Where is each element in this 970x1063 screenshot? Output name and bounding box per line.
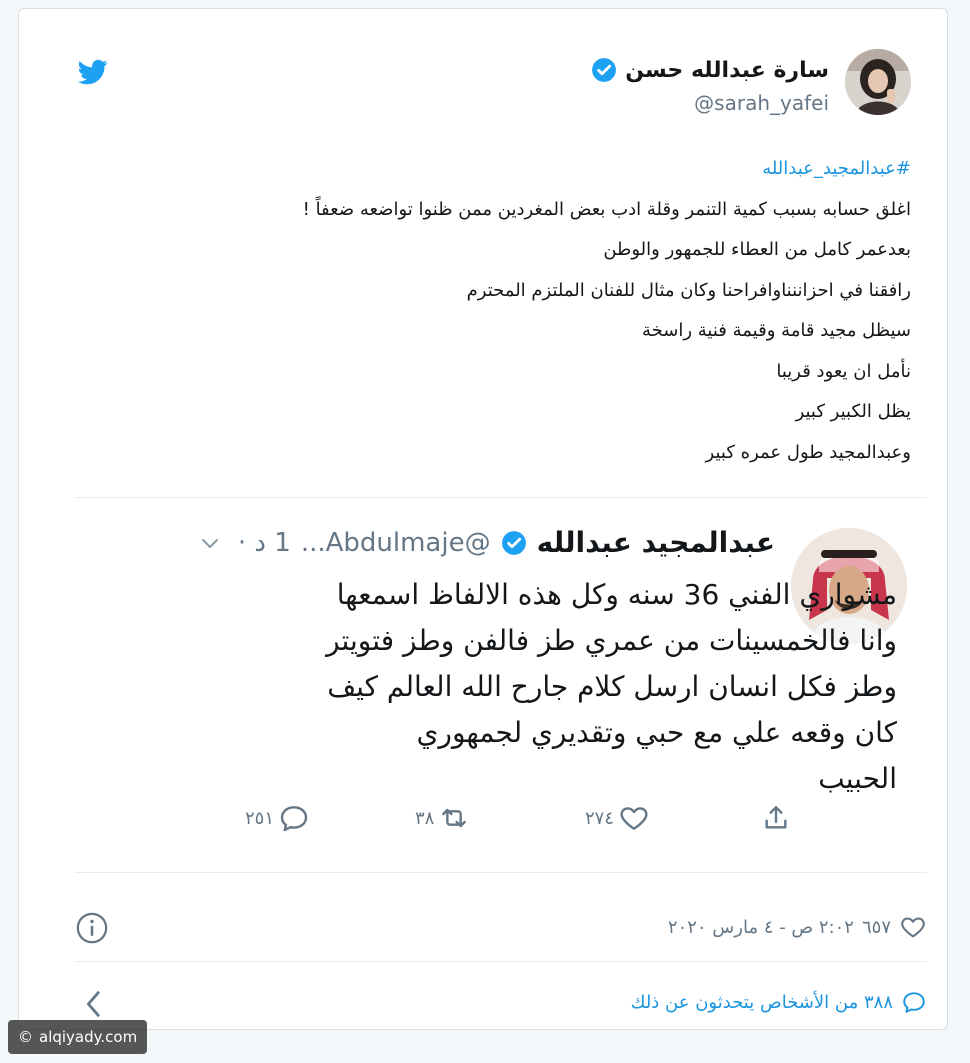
tweet-line: رافقنا في احزاننناوافراحنا وكان مثال للف… xyxy=(466,279,911,301)
watermark-text: alqiyady.com xyxy=(39,1028,138,1046)
tweet-text: #عبدالمجيد_عبدالله اغلق حسابه بسبب كمية … xyxy=(61,149,911,473)
quoted-text: مشواري الفني 36 سنه وكل هذه الالفاظ اسمع… xyxy=(237,572,897,802)
twitter-bird-icon[interactable] xyxy=(75,57,111,87)
quoted-line: مشواري الفني 36 سنه وكل هذه الالفاظ اسمع… xyxy=(336,578,897,611)
tweet-line: سيظل مجيد قامة وقيمة فنية راسخة xyxy=(642,320,911,341)
tweet-line: اغلق حسابه بسبب كمية التنمر وقلة ادب بعض… xyxy=(302,198,911,220)
author-name-row: سارة عبدالله حسن xyxy=(591,57,829,83)
heart-icon xyxy=(620,807,648,830)
quoted-header: عبدالمجيد عبدالله @Abdulmaje... 1 د · xyxy=(198,526,775,559)
author-avatar[interactable] xyxy=(845,49,911,115)
tweet-like-count[interactable]: ٦٥٧ xyxy=(862,917,891,938)
tweet-line: نأمل ان يعود قريبا xyxy=(776,360,911,382)
people-talking-link[interactable]: ٣٨٨ من الأشخاص يتحدثون عن ذلك xyxy=(631,989,927,1015)
tweet-line: وعبدالمجيد طول عمره كبير xyxy=(705,441,911,463)
retweet-button[interactable]: ٣٨ xyxy=(415,798,470,838)
embedded-tweet-card: سارة عبدالله حسن @sarah_yafei #عبدالمجيد… xyxy=(18,8,948,1030)
quoted-author-handle[interactable]: @Abdulmaje... xyxy=(301,528,491,558)
verified-badge-icon xyxy=(592,58,617,82)
retweet-icon xyxy=(442,808,467,828)
conversation-row: ٣٨٨ من الأشخاص يتحدثون عن ذلك xyxy=(75,977,927,1029)
tweet-line: يظل الكبير كبير xyxy=(795,401,911,422)
like-button[interactable]: ٢٧٤ xyxy=(585,798,650,838)
heart-icon[interactable] xyxy=(899,913,927,941)
quoted-author-name[interactable]: عبدالمجيد عبدالله xyxy=(537,526,775,559)
reply-icon xyxy=(280,806,308,832)
people-talking-text: ٣٨٨ من الأشخاص يتحدثون عن ذلك xyxy=(630,991,893,1013)
retweet-count: ٣٨ xyxy=(415,807,435,829)
like-count: ٢٧٤ xyxy=(585,807,615,829)
watermark: © alqiyady.com xyxy=(8,1020,148,1054)
speech-bubble-icon xyxy=(903,992,925,1013)
author-handle[interactable]: @sarah_yafei xyxy=(694,91,829,115)
author-name[interactable]: سارة عبدالله حسن xyxy=(625,58,829,83)
share-button[interactable] xyxy=(760,798,792,838)
chevron-down-icon[interactable] xyxy=(198,531,222,555)
chevron-left-icon[interactable] xyxy=(81,987,107,1021)
reply-button[interactable]: ٢٥١ xyxy=(245,798,310,838)
quoted-line: كان وقعه علي مع حبي وتقديري لجمهوري xyxy=(416,716,898,749)
tweet-stats: ٦٥٧ ٢:٠٢ ص - ٤ مارس ٢٠٢٠ xyxy=(668,913,927,941)
tweet-timestamp[interactable]: ٢:٠٢ ص - ٤ مارس ٢٠٢٠ xyxy=(668,917,854,938)
copyright-icon: © xyxy=(18,1028,33,1046)
info-icon[interactable] xyxy=(75,911,109,945)
quoted-tweet[interactable]: عبدالمجيد عبدالله @Abdulmaje... 1 د · مش… xyxy=(75,497,927,873)
tweet-meta-row: ٦٥٧ ٢:٠٢ ص - ٤ مارس ٢٠٢٠ xyxy=(75,897,927,962)
reply-count: ٢٥١ xyxy=(245,807,275,829)
quoted-line: وطز فكل انسان ارسل كلام جارح الله العالم… xyxy=(327,670,897,703)
quoted-action-bar: ٢٥١ ٣٨ ٢٧٤ xyxy=(225,798,825,838)
quoted-line: وانا فالخمسينات من عمري طز فالفن وطز فتو… xyxy=(326,624,897,657)
share-icon xyxy=(765,806,787,829)
tweet-line: بعدعمر كامل من العطاء للجمهور والوطن xyxy=(603,239,911,260)
quoted-time[interactable]: 1 د · xyxy=(238,528,291,558)
hashtag-link[interactable]: #عبدالمجيد_عبدالله xyxy=(762,158,911,179)
quoted-line: الحبيب xyxy=(818,762,897,795)
verified-badge-icon xyxy=(501,530,526,555)
